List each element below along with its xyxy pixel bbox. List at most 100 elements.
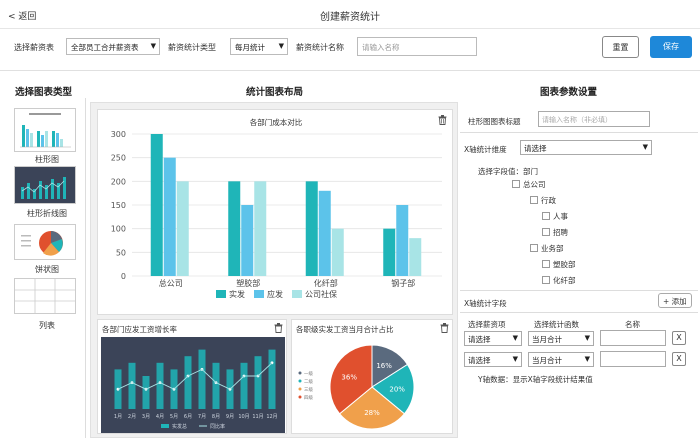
tree-checkbox[interactable]: [542, 228, 550, 236]
legend-label: 应发: [267, 289, 283, 299]
tree-checkbox[interactable]: [542, 260, 550, 268]
reset-button[interactable]: 重置: [602, 36, 639, 58]
ratio-chart-panel[interactable]: 各职级实发工资当月合计占比 16% 20% 28% 36% 一级 二级 三级 四级: [291, 319, 453, 434]
bar-chart-icon: [20, 113, 71, 148]
legend-label: 公司社保: [305, 289, 337, 299]
slice-label: 28%: [364, 409, 380, 417]
x-dim-label: X轴统计维度: [464, 145, 507, 154]
table-icon: [15, 279, 75, 313]
bar: [228, 181, 241, 276]
bar: [150, 134, 163, 276]
y-tick-label: 0: [121, 272, 126, 281]
pie-chart-icon: [21, 231, 63, 256]
bar: [240, 362, 248, 409]
layout-title: 统计图表布局: [246, 87, 304, 98]
stat-func-select[interactable]: 当月合计 ▼: [528, 331, 594, 346]
legend-swatch: [298, 379, 302, 383]
x-tick-label: 10月: [238, 414, 249, 420]
bar: [268, 349, 276, 409]
salary-item-value: 请选择: [468, 335, 491, 344]
slice-label: 20%: [389, 386, 405, 394]
growth-bar-line-chart: 1月 2月 3月 4月 5月 6月 7月 8月 9月 10月 11月 12月实发总 同比率: [101, 337, 285, 433]
chart-type-bar[interactable]: [14, 108, 76, 152]
x-tick-label: 2月: [128, 414, 136, 420]
ratio-chart-title: 各职级实发工资当月合计占比: [296, 325, 394, 334]
stat-func-value: 当月合计: [532, 356, 562, 365]
tree-checkbox[interactable]: [542, 212, 550, 220]
salary-item-select[interactable]: 请选择 ▼: [464, 352, 522, 367]
chart-layout-area: 各部门成本对比 300 250 200 150 100 50 0 总公司 塑胶部 化纤部 钢子部 实发…: [90, 102, 458, 438]
tree-checkbox[interactable]: [530, 196, 538, 204]
y-tick-label: 50: [116, 248, 126, 257]
tree-checkbox[interactable]: [542, 276, 550, 284]
stat-type-label: 薪资统计类型: [168, 43, 216, 52]
trash-icon[interactable]: [274, 323, 283, 333]
x-tick-label: 1月: [114, 414, 122, 420]
x-tick-label: 7月: [198, 414, 206, 420]
chart-type-bar-line[interactable]: [14, 166, 76, 204]
delete-row-button[interactable]: X: [672, 331, 686, 345]
legend-swatch: [298, 371, 302, 375]
bar-title-label: 柱形图图表标题: [468, 117, 521, 126]
x-tick-label: 钢子部: [391, 278, 415, 288]
bar: [409, 238, 422, 276]
bar: [318, 190, 331, 276]
bar: [184, 356, 192, 409]
chart-type-pie[interactable]: [14, 224, 76, 260]
main-chart-panel[interactable]: 各部门成本对比 300 250 200 150 100 50 0 总公司 塑胶部 化纤部 钢子部 实发…: [97, 109, 453, 315]
delete-row-button[interactable]: X: [672, 352, 686, 366]
salary-item-select[interactable]: 请选择 ▼: [464, 331, 522, 346]
bar: [212, 362, 220, 409]
x-tick-label: 6月: [184, 414, 192, 420]
main-bar-chart: 300 250 200 150 100 50 0 总公司 塑胶部 化纤部 钢子部实发 应发 公司社保: [111, 130, 442, 299]
growth-chart-panel[interactable]: 各部门应发工资增长率 1月 2月 3月 4月 5月 6月 7月 8月 9月 10月 11月 12月 实发…: [97, 319, 287, 434]
slice-label: 16%: [376, 362, 392, 370]
select-salary-label: 选择薪资表: [14, 43, 54, 52]
x-tick-label: 4月: [156, 414, 164, 420]
tree-checkbox[interactable]: [512, 180, 520, 188]
stat-func-value: 当月合计: [532, 335, 562, 344]
caret-down-icon: ▼: [584, 355, 590, 363]
legend-swatch: [161, 424, 169, 428]
tree-item: 总公司: [523, 180, 546, 189]
name-input[interactable]: [600, 330, 666, 346]
name-input[interactable]: [600, 351, 666, 367]
chart-type-list-label: 列表: [39, 321, 55, 330]
x-tick-label: 11月: [252, 414, 263, 420]
legend-label: 四级: [304, 394, 313, 401]
x-tick-label: 8月: [212, 414, 220, 420]
bar: [241, 205, 254, 276]
table-header: 选择薪资项: [468, 320, 506, 329]
trash-icon[interactable]: [440, 323, 449, 333]
select-salary-dropdown[interactable]: 全部员工合并薪资表 ▼: [66, 38, 160, 55]
bar-title-input[interactable]: 请输入名称（非必填）: [538, 111, 650, 127]
bar: [383, 228, 396, 276]
page-title: 创建薪资统计: [320, 12, 380, 23]
chart-type-list-table[interactable]: [14, 278, 76, 314]
y-tick-label: 300: [111, 130, 126, 139]
stat-func-select[interactable]: 当月合计 ▼: [528, 352, 594, 367]
x-tick-label: 12月: [266, 414, 277, 420]
y-tick-label: 200: [111, 177, 126, 186]
save-button[interactable]: 保存: [650, 36, 692, 58]
stat-name-input[interactable]: 请输入名称: [357, 37, 477, 56]
growth-chart-title: 各部门应发工资增长率: [102, 325, 177, 334]
slice-label: 36%: [341, 373, 357, 381]
legend-label: 同比率: [210, 423, 225, 430]
x-tick-label: 化纤部: [314, 278, 338, 288]
add-field-button[interactable]: + 添加: [658, 293, 692, 308]
x-dim-select[interactable]: 请选择 ▼: [520, 140, 652, 155]
stat-name-label: 薪资统计名称: [296, 43, 344, 52]
y-tick-label: 250: [111, 154, 126, 163]
chart-type-bar-label: 柱形图: [35, 155, 59, 164]
legend-label: 一级: [304, 370, 313, 377]
caret-down-icon: ▼: [278, 42, 284, 50]
x-tick-label: 总公司: [159, 278, 183, 288]
chart-type-bar-line-label: 柱形折线图: [27, 209, 67, 218]
x-tick-label: 5月: [170, 414, 178, 420]
tree-checkbox[interactable]: [530, 244, 538, 252]
stat-type-dropdown[interactable]: 每月统计 ▼: [230, 38, 288, 55]
x-dim-value: 请选择: [524, 144, 547, 153]
tree-item: 塑胶部: [553, 260, 576, 269]
table-header: 选择统计函数: [534, 320, 579, 329]
